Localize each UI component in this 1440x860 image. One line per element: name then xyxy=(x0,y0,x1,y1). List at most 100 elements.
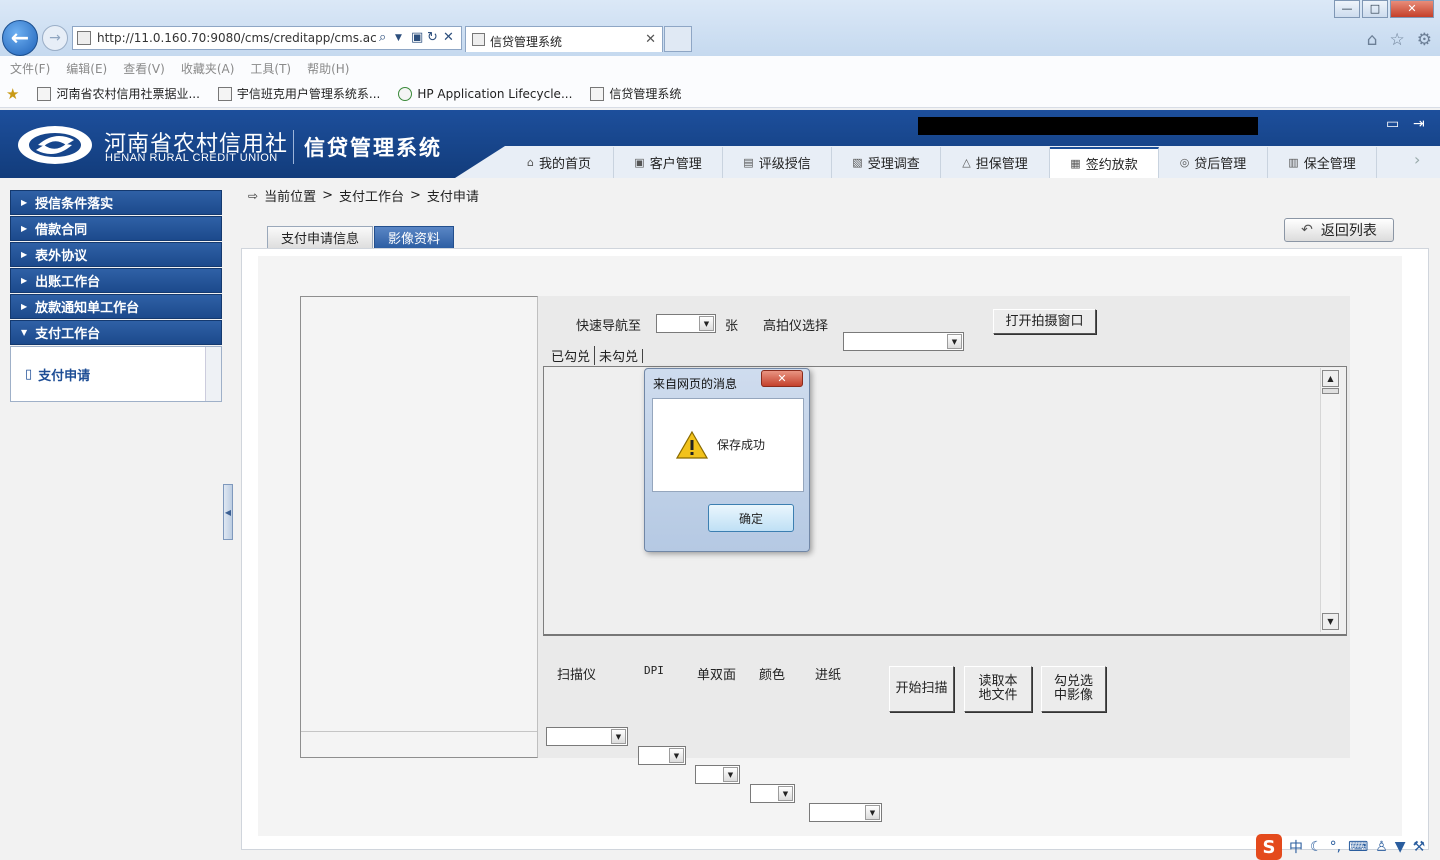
duplex-select[interactable]: ▼ xyxy=(695,765,740,784)
favorite-page-icon xyxy=(37,86,52,101)
dpi-select[interactable]: ▼ xyxy=(638,746,686,765)
nav-more-chevron-icon[interactable]: › xyxy=(1414,150,1420,169)
stop-icon[interactable]: ✕ xyxy=(443,30,454,45)
sidebar-item-payment[interactable]: ▼ 支付工作台 xyxy=(10,320,222,345)
system-title: 信贷管理系统 xyxy=(304,136,442,160)
favorite-link[interactable]: 信贷管理系统 xyxy=(590,85,681,102)
menu-tools[interactable]: 工具(T) xyxy=(250,60,291,77)
favorites-star-icon[interactable]: ☆ xyxy=(1390,30,1405,50)
sidebar-item-credit-conditions[interactable]: ▶ 授信条件落实 xyxy=(10,190,222,215)
submenu-scrollbar[interactable] xyxy=(205,347,221,401)
start-scan-button[interactable]: 开始扫描 xyxy=(889,666,954,712)
scroll-down-arrow-icon[interactable]: ▼ xyxy=(1322,613,1339,630)
color-label: 颜色 xyxy=(759,668,786,683)
sogou-ime-icon[interactable]: S xyxy=(1256,834,1282,860)
camera-select-label: 高拍仪选择 xyxy=(763,319,829,334)
new-tab-button[interactable] xyxy=(664,26,692,52)
dpi-label: DPI xyxy=(644,664,664,677)
feed-select[interactable]: ▼ xyxy=(809,803,882,822)
menu-edit[interactable]: 编辑(E) xyxy=(66,60,107,77)
back-to-list-button[interactable]: ↶ 返回列表 xyxy=(1284,218,1394,242)
dropdown-arrow-icon: ▼ xyxy=(699,316,714,331)
sidebar-subitem-payment-application[interactable]: ▯ 支付申请 xyxy=(25,365,90,384)
search-icon[interactable]: ⌕ xyxy=(379,30,386,45)
scanner-label: 扫描仪 xyxy=(557,668,597,683)
tab-payment-info[interactable]: 支付申请信息 xyxy=(267,226,374,249)
address-url[interactable]: http://11.0.160.70:9080/cms/creditapp/cm… xyxy=(97,31,377,45)
return-arrow-icon: ↶ xyxy=(1301,222,1313,238)
breadcrumb-level1[interactable]: 支付工作台 xyxy=(339,186,404,205)
camera-select[interactable]: ▼ xyxy=(843,332,964,351)
dropdown-icon[interactable]: ▼ xyxy=(395,33,402,43)
window-close-button[interactable]: ✕ xyxy=(1390,0,1434,18)
color-select[interactable]: ▼ xyxy=(750,784,795,803)
settings-gear-icon[interactable]: ⚙ xyxy=(1417,30,1432,50)
image-scrollbar[interactable]: ▲ ▼ xyxy=(1320,368,1340,632)
quick-nav-label: 快速导航至 xyxy=(576,319,642,334)
menu-help[interactable]: 帮助(H) xyxy=(307,60,349,77)
maximize-button[interactable]: □ xyxy=(1362,0,1388,18)
scroll-up-arrow-icon[interactable]: ▲ xyxy=(1322,370,1339,387)
sidebar: ▶ 授信条件落实 ▶ 借款合同 ▶ 表外协议 ▶ 出账工作台 ▶ 放款通知单工作台 ▼ 支付… xyxy=(10,190,222,402)
check-selected-image-button[interactable]: 勾兑选中影像 xyxy=(1041,666,1106,712)
logout-icon[interactable]: ⇥ xyxy=(1413,116,1425,132)
open-camera-button[interactable]: 打开拍摄窗口 xyxy=(993,309,1096,334)
read-local-file-button[interactable]: 读取本地文件 xyxy=(964,666,1032,712)
skin-icon[interactable]: ▼ xyxy=(1395,839,1406,855)
sidebar-item-disbursement[interactable]: ▶ 出账工作台 xyxy=(10,268,222,293)
nav-preservation[interactable]: ▥ 保全管理 xyxy=(1268,147,1377,178)
punctuation-icon[interactable]: °, xyxy=(1330,839,1341,855)
sidebar-item-offbalance[interactable]: ▶ 表外协议 xyxy=(10,242,222,267)
nav-guarantee[interactable]: △ 担保管理 xyxy=(941,147,1050,178)
minimize-button[interactable]: — xyxy=(1334,0,1360,18)
home-icon[interactable]: ⌂ xyxy=(1367,30,1378,50)
user-icon[interactable]: ♙ xyxy=(1375,839,1388,855)
address-bar[interactable]: http://11.0.160.70:9080/cms/creditapp/cm… xyxy=(72,26,462,50)
nav-home[interactable]: ⌂ 我的首页 xyxy=(505,147,614,178)
dialog-ok-button[interactable]: 确定 xyxy=(708,504,794,532)
dropdown-arrow-icon: ▼ xyxy=(723,767,738,782)
nav-customer[interactable]: ▣ 客户管理 xyxy=(614,147,723,178)
favorite-link[interactable]: HP Application Lifecycle... xyxy=(398,86,572,101)
menu-view[interactable]: 查看(V) xyxy=(123,60,165,77)
wrench-icon[interactable]: ⚒ xyxy=(1413,839,1426,855)
breadcrumb-prefix: 当前位置 xyxy=(264,190,317,205)
warning-icon xyxy=(676,430,708,459)
compat-view-icon[interactable]: ▣ xyxy=(411,30,423,45)
browser-tab-active[interactable]: 信贷管理系统 ✕ xyxy=(465,26,663,52)
browser-toolbar-icons: ⌂ ☆ ⚙ xyxy=(1367,30,1432,50)
tab-divider xyxy=(642,348,644,363)
sidebar-item-loan-notice[interactable]: ▶ 放款通知单工作台 xyxy=(10,294,222,319)
tab-checked[interactable]: 已勾兑 xyxy=(547,346,594,365)
nav-rating[interactable]: ▤ 评级授信 xyxy=(723,147,832,178)
window-controls: — □ ✕ xyxy=(1332,0,1434,18)
favorite-link[interactable]: 河南省农村信用社票据业... xyxy=(37,85,200,102)
menu-favorites[interactable]: 收藏夹(A) xyxy=(181,60,235,77)
dropdown-arrow-icon: ▼ xyxy=(947,334,962,349)
nav-survey[interactable]: ▧ 受理调查 xyxy=(832,147,941,178)
forward-arrow-icon[interactable]: → xyxy=(42,25,68,51)
moon-icon[interactable]: ☾ xyxy=(1310,839,1323,855)
scanner-select[interactable]: ▼ xyxy=(546,727,628,746)
favorite-link[interactable]: 宇信班克用户管理系统系... xyxy=(217,85,380,102)
monitor-icon[interactable]: ▭ xyxy=(1386,116,1399,132)
tab-unchecked[interactable]: 未勾兑 xyxy=(594,346,642,365)
quick-nav-select[interactable]: ▼ xyxy=(656,314,716,333)
nav-contract[interactable]: ▦ 签约放款 xyxy=(1050,147,1159,178)
tab-image-materials[interactable]: 影像资料 xyxy=(374,226,455,249)
nav-postloan[interactable]: ◎ 贷后管理 xyxy=(1159,147,1268,178)
scroll-thumb[interactable] xyxy=(1322,388,1339,394)
sidebar-item-loan-contract[interactable]: ▶ 借款合同 xyxy=(10,216,222,241)
caret-right-icon: ▶ xyxy=(21,224,28,233)
favorites-bar-star-icon[interactable]: ★ xyxy=(6,85,19,103)
ime-mode[interactable]: 中 xyxy=(1289,837,1303,857)
keyboard-icon[interactable]: ⌨ xyxy=(1348,839,1368,855)
document-icon: ▯ xyxy=(25,367,33,382)
tab-close-icon[interactable]: ✕ xyxy=(645,32,656,47)
sidebar-collapse-handle[interactable]: ◀ xyxy=(223,484,233,540)
back-arrow-icon[interactable]: ← xyxy=(2,20,38,56)
refresh-icon[interactable]: ↻ xyxy=(427,30,438,45)
dialog-close-icon[interactable]: ✕ xyxy=(761,370,803,387)
menu-file[interactable]: 文件(F) xyxy=(10,60,50,77)
customer-icon: ▣ xyxy=(634,156,645,169)
